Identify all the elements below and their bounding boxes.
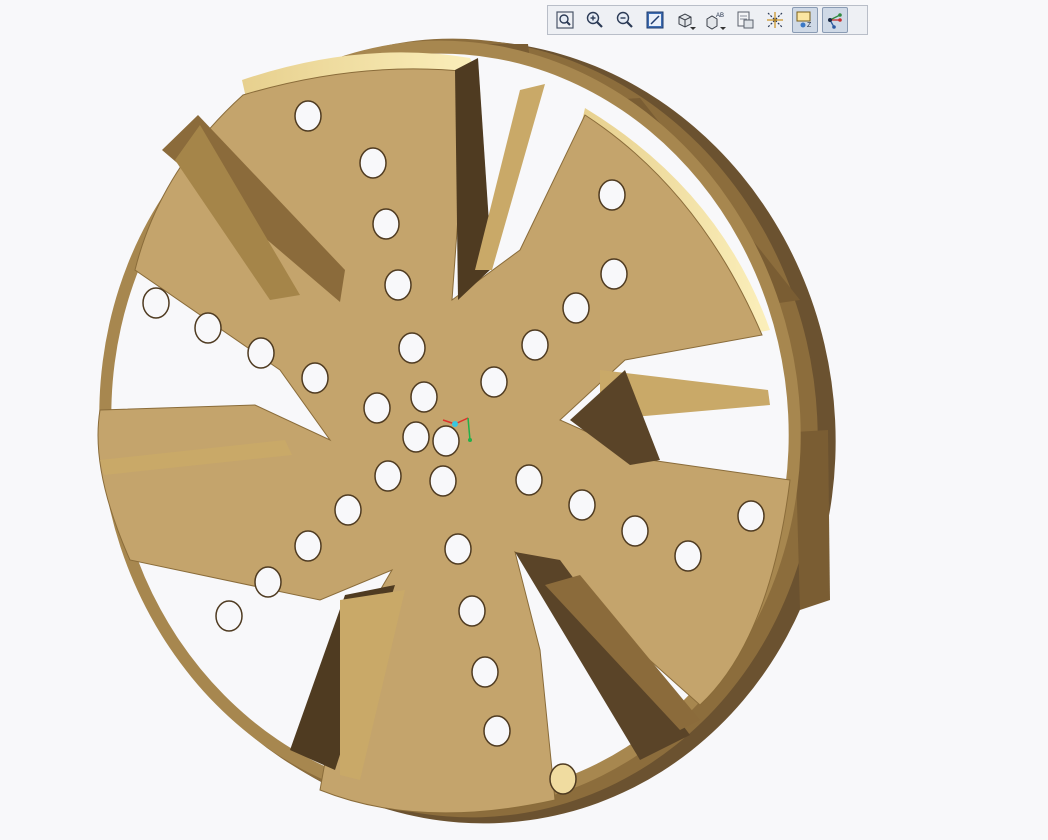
hole	[294, 100, 322, 132]
hole	[142, 287, 170, 319]
hole	[621, 515, 649, 547]
hole	[359, 147, 387, 179]
hole	[737, 500, 765, 532]
view-manager-button[interactable]	[732, 7, 758, 33]
spin-center-icon: Z	[796, 11, 812, 29]
zoom-out-icon	[616, 11, 633, 28]
graphics-viewport[interactable]: AB Z	[0, 0, 1048, 840]
hole	[549, 763, 577, 795]
saved-views-button[interactable]: AB	[702, 7, 728, 33]
hole	[301, 362, 329, 394]
hole	[674, 540, 702, 572]
hole	[471, 656, 499, 688]
hole	[429, 465, 457, 497]
saved-views-glyph: AB	[716, 13, 724, 19]
hole	[254, 566, 282, 598]
svg-text:Z: Z	[807, 22, 812, 29]
shaded-cube-icon	[678, 13, 692, 28]
datum-planes-icon	[767, 12, 783, 28]
graphics-toolbar: AB Z	[547, 5, 868, 35]
hole	[363, 392, 391, 424]
hole	[215, 600, 243, 632]
hole	[515, 464, 543, 496]
display-style-button[interactable]	[672, 7, 698, 33]
hole	[432, 425, 460, 457]
hole	[410, 381, 438, 413]
datum-display-button[interactable]	[762, 7, 788, 33]
refit-button[interactable]	[552, 7, 578, 33]
hole	[521, 329, 549, 361]
hole	[374, 460, 402, 492]
hole	[384, 269, 412, 301]
hole	[398, 332, 426, 364]
hole	[194, 312, 222, 344]
saved-views-icon: AB	[706, 13, 724, 30]
hole	[480, 366, 508, 398]
csys-display-button[interactable]	[822, 7, 848, 33]
model-canvas[interactable]	[0, 0, 1048, 840]
repaint-button[interactable]	[642, 7, 668, 33]
hole	[568, 489, 596, 521]
hole	[600, 258, 628, 290]
hole	[334, 494, 362, 526]
hole	[247, 337, 275, 369]
zoom-out-button[interactable]	[612, 7, 638, 33]
zoom-in-icon	[586, 11, 603, 28]
hole	[562, 292, 590, 324]
hole	[402, 421, 430, 453]
spin-center-button[interactable]: Z	[792, 7, 818, 33]
view-manager-icon	[737, 11, 754, 29]
hole	[444, 533, 472, 565]
hole	[372, 208, 400, 240]
repaint-icon	[646, 11, 664, 29]
coordinate-system-icon	[828, 13, 842, 29]
hole	[598, 179, 626, 211]
hole	[483, 715, 511, 747]
zoom-in-button[interactable]	[582, 7, 608, 33]
hole	[458, 595, 486, 627]
hole	[294, 530, 322, 562]
refit-zoom-icon	[556, 11, 574, 29]
